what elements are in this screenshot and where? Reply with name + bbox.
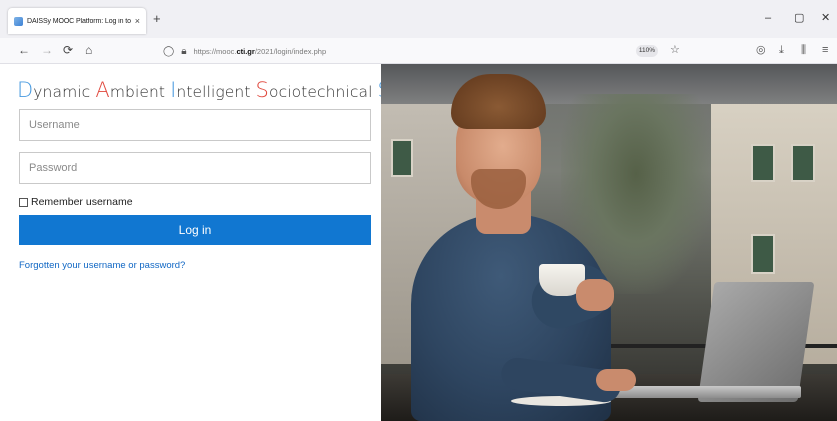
tab-bar: DAISSy MOOC Platform: Log in to × + – ▢ … — [0, 0, 837, 38]
site-favicon-icon — [14, 16, 23, 26]
login-button[interactable]: Log in — [19, 215, 371, 245]
remember-username-row[interactable]: Remember username — [19, 196, 133, 208]
remember-username-label: Remember username — [31, 196, 133, 208]
menu-icon[interactable]: ≡ — [822, 43, 828, 57]
address-bar[interactable]: ◯ 🔒︎ https://mooc.cti.gr/2021/login/inde… — [163, 41, 687, 61]
close-tab-icon[interactable]: × — [135, 16, 140, 26]
reload-icon[interactable]: ⟳ — [63, 43, 73, 57]
bookmark-star-icon[interactable]: ☆ — [670, 43, 680, 56]
forgot-credentials-link[interactable]: Forgotten your username or password? — [19, 260, 185, 271]
zoom-level-badge[interactable]: 110% — [636, 45, 658, 57]
shield-icon[interactable]: ◯ — [163, 46, 174, 57]
close-window-icon[interactable]: ✕ — [821, 12, 830, 24]
remember-username-checkbox[interactable] — [19, 197, 28, 207]
library-icon[interactable]: ⫼ — [801, 43, 806, 57]
maximize-icon[interactable]: ▢ — [794, 12, 804, 24]
password-input[interactable] — [19, 152, 371, 184]
minimize-icon[interactable]: – — [765, 12, 771, 24]
new-tab-button[interactable]: + — [153, 12, 161, 26]
forward-icon[interactable]: → — [41, 43, 53, 57]
tab-title: DAISSy MOOC Platform: Log in to — [27, 17, 131, 25]
page-content: Dynamic Ambient Intelligent Sociotechnic… — [0, 64, 837, 421]
username-input[interactable] — [19, 109, 371, 141]
pocket-icon[interactable]: ◎ — [756, 43, 766, 57]
browser-tab[interactable]: DAISSy MOOC Platform: Log in to × — [8, 8, 146, 34]
downloads-icon[interactable]: ⤓ — [779, 43, 784, 57]
home-icon[interactable]: ⌂ — [85, 43, 92, 57]
hero-photo — [381, 64, 837, 421]
login-panel: Dynamic Ambient Intelligent Sociotechnic… — [0, 64, 448, 421]
lock-icon[interactable]: 🔒︎ — [181, 46, 186, 57]
url-text: https://mooc.cti.gr/2021/login/index.php — [193, 46, 327, 56]
navigation-bar: ← → ⟳ ⌂ ◯ 🔒︎ https://mooc.cti.gr/2021/lo… — [0, 38, 837, 64]
back-icon[interactable]: ← — [18, 43, 30, 57]
